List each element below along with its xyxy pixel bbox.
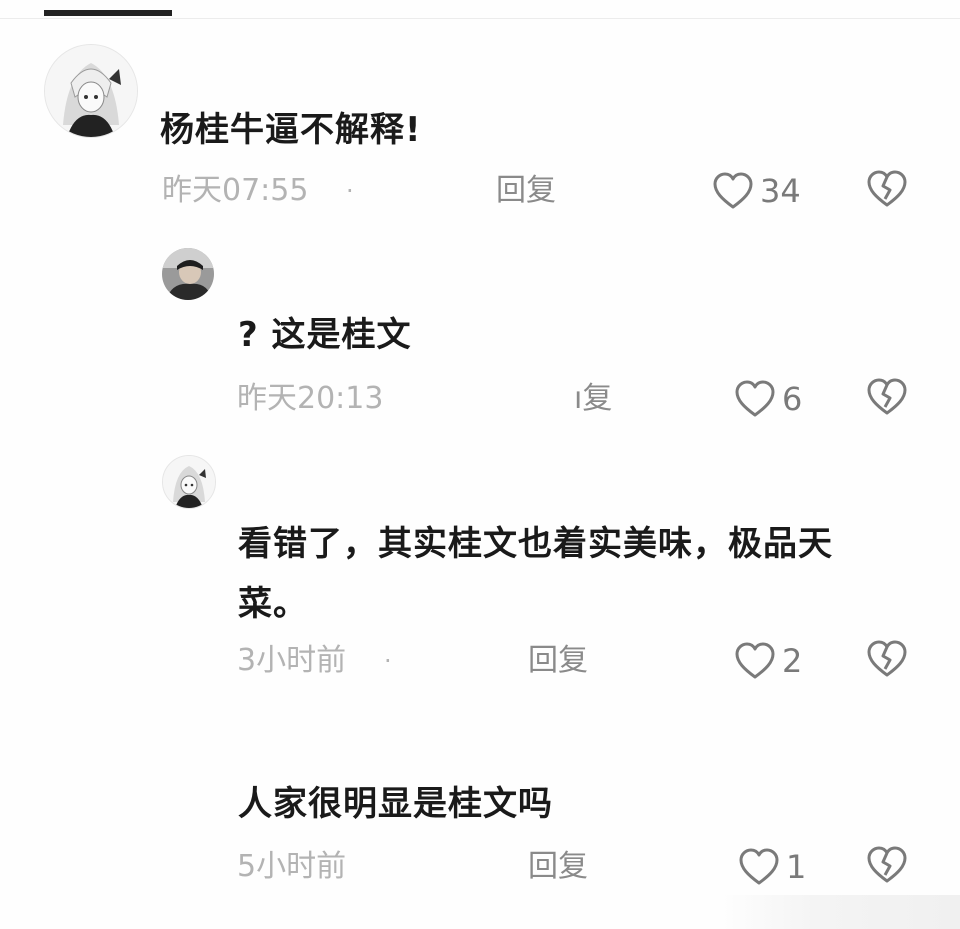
heart-outline-icon [712, 171, 754, 211]
comment-text-line: 看错了，其实桂文也着实美味，极品天 [238, 524, 833, 564]
comment-text: ? 这是桂文 [238, 315, 412, 355]
commenter-avatar[interactable] [44, 44, 138, 138]
heart-outline-icon [738, 847, 780, 887]
like-count: 1 [786, 848, 807, 886]
broken-heart-icon [867, 846, 907, 883]
comment-text: 人家很明显是桂文吗 [238, 784, 553, 824]
anime-avatar-icon [45, 45, 137, 137]
like-count: 6 [782, 380, 803, 418]
like-button[interactable]: 34 [712, 169, 801, 213]
heart-outline-icon [734, 641, 776, 681]
commenter-avatar[interactable] [162, 248, 214, 300]
reply-button[interactable]: 回复 [496, 171, 556, 211]
dislike-button[interactable] [866, 169, 910, 213]
comment-text: 杨桂牛逼不解释! [160, 110, 422, 150]
comment-time: 昨天20:13 [237, 381, 384, 416]
like-count: 34 [760, 172, 801, 210]
broken-heart-icon [867, 378, 907, 415]
reply-button[interactable]: 回复 [528, 847, 588, 887]
heart-outline-icon [734, 379, 776, 419]
comment-text-line: 菜。 [238, 584, 308, 624]
like-button[interactable]: 2 [734, 639, 802, 683]
dislike-button[interactable] [866, 639, 910, 683]
like-button[interactable]: 6 [734, 377, 802, 421]
dislike-button[interactable] [866, 377, 910, 421]
reply-button[interactable]: ı复 [574, 379, 612, 419]
separator-dot: · [384, 647, 392, 675]
dislike-button[interactable] [866, 845, 910, 889]
separator-dot: · [346, 177, 354, 205]
like-button[interactable]: 1 [738, 845, 806, 889]
comment-time: 5小时前 [237, 849, 347, 884]
watermark-strip [720, 895, 960, 929]
broken-heart-icon [867, 640, 907, 677]
anime-avatar-icon [163, 456, 215, 508]
user-photo-avatar-icon [162, 248, 214, 300]
comment-time: 昨天07:55 [162, 173, 309, 208]
comment-time: 3小时前 [237, 643, 347, 678]
commenter-avatar[interactable] [162, 455, 216, 509]
reply-button[interactable]: 回复 [528, 641, 588, 681]
like-count: 2 [782, 642, 803, 680]
broken-heart-icon [867, 170, 907, 207]
active-tab-indicator [44, 10, 172, 16]
top-tab-bar [0, 0, 960, 19]
